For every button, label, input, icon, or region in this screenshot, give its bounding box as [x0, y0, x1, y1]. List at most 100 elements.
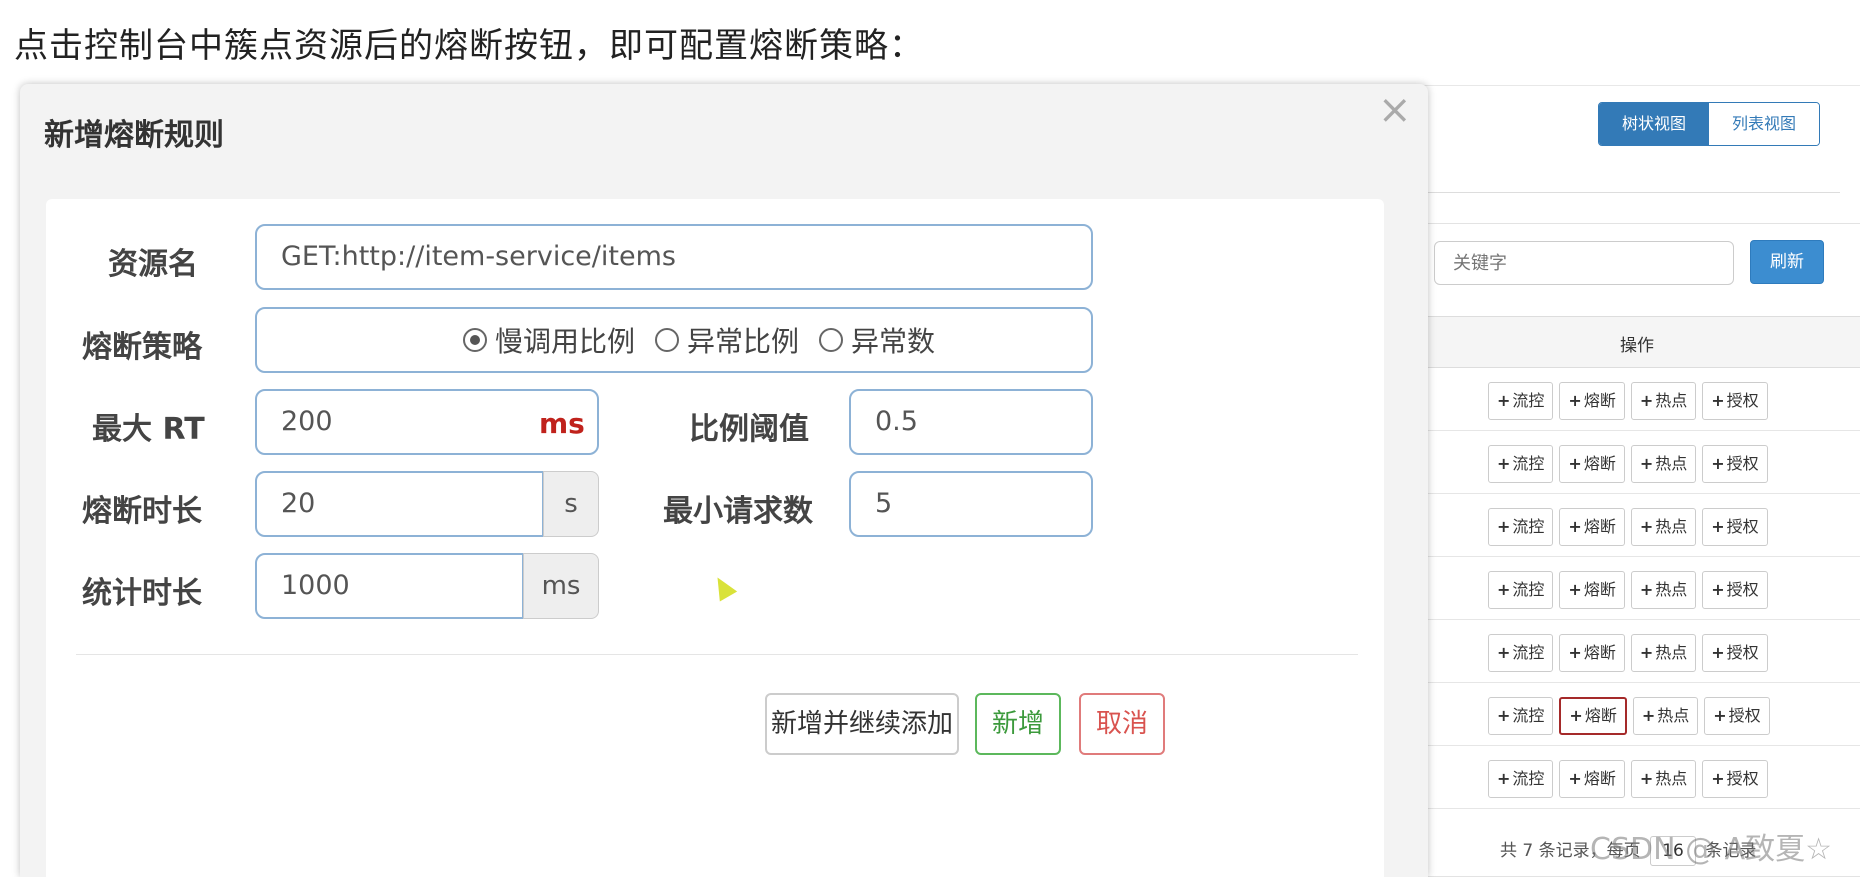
button-label: 热点	[1655, 769, 1688, 788]
button-label: 授权	[1726, 643, 1759, 662]
hot-param-button[interactable]: + 热点	[1630, 571, 1697, 609]
button-label: 熔断	[1583, 769, 1616, 788]
flow-rule-button[interactable]: + 流控	[1488, 508, 1554, 546]
button-label: 熔断	[1583, 454, 1616, 473]
button-label: 授权	[1726, 517, 1759, 536]
auth-rule-button[interactable]: + 授权	[1702, 760, 1768, 798]
tree-view-button[interactable]: 树状视图	[1599, 103, 1709, 145]
row-actions: + 流控 + 熔断 + 热点 + 授权	[1488, 445, 1768, 483]
button-label: 流控	[1512, 517, 1545, 536]
degrade-rule-button[interactable]: + 熔断	[1559, 760, 1625, 798]
plus-icon: +	[1711, 580, 1725, 599]
degrade-rule-button[interactable]: + 熔断	[1559, 571, 1625, 609]
auth-rule-button[interactable]: + 授权	[1702, 634, 1768, 672]
ratio-threshold-label: 比例阈值	[689, 412, 809, 447]
plus-icon: +	[1497, 580, 1511, 599]
min-request-input[interactable]: 5	[849, 471, 1093, 537]
view-toggle: 树状视图 列表视图	[1598, 102, 1820, 146]
radio-error-count[interactable]: 异常数	[819, 320, 935, 360]
flow-rule-button[interactable]: + 流控	[1488, 634, 1554, 672]
button-label: 热点	[1655, 454, 1688, 473]
plus-icon: +	[1639, 454, 1654, 473]
cancel-button[interactable]: 取消	[1079, 693, 1165, 755]
footer-divider	[76, 654, 1358, 655]
flow-rule-button[interactable]: + 流控	[1488, 445, 1554, 483]
hot-param-button[interactable]: + 热点	[1630, 508, 1697, 546]
plus-icon: +	[1711, 643, 1725, 662]
strategy-label: 熔断策略	[82, 330, 202, 365]
plus-icon: +	[1497, 454, 1511, 473]
button-label: 热点	[1655, 643, 1688, 662]
button-label: 授权	[1728, 706, 1761, 725]
auth-rule-button[interactable]: + 授权	[1702, 445, 1768, 483]
stat-time-input[interactable]: 1000	[255, 553, 524, 619]
radio-unchecked-icon	[655, 328, 680, 352]
plus-icon: +	[1568, 580, 1582, 599]
list-view-button[interactable]: 列表视图	[1709, 103, 1819, 145]
button-label: 热点	[1657, 706, 1690, 725]
dialog-title: 新增熔断规则	[44, 118, 224, 153]
radio-label: 异常数	[851, 325, 936, 358]
auth-rule-button[interactable]: + 授权	[1704, 697, 1770, 735]
auth-rule-button[interactable]: + 授权	[1702, 382, 1768, 420]
keyword-input[interactable]	[1434, 241, 1734, 285]
add-button[interactable]: 新增	[975, 693, 1061, 755]
stat-time-label: 统计时长	[82, 576, 202, 611]
break-time-input[interactable]: 20	[255, 471, 544, 537]
button-label: 熔断	[1583, 643, 1616, 662]
plus-icon: +	[1568, 391, 1582, 410]
hot-param-button[interactable]: + 热点	[1630, 760, 1697, 798]
plus-icon: +	[1639, 643, 1654, 662]
degrade-rule-button[interactable]: + 熔断	[1559, 697, 1627, 735]
auth-rule-button[interactable]: + 授权	[1702, 571, 1768, 609]
button-label: 流控	[1512, 580, 1545, 599]
plus-icon: +	[1568, 454, 1582, 473]
hot-param-button[interactable]: + 热点	[1630, 634, 1697, 672]
flow-rule-button[interactable]: + 流控	[1488, 382, 1554, 420]
hot-param-button[interactable]: + 热点	[1630, 382, 1697, 420]
auth-rule-button[interactable]: + 授权	[1702, 508, 1768, 546]
plus-icon: +	[1641, 706, 1656, 725]
plus-icon: +	[1639, 517, 1654, 536]
radio-unchecked-icon	[819, 328, 844, 352]
plus-icon: +	[1497, 391, 1511, 410]
op-column-header: 操作	[1620, 336, 1654, 356]
button-label: 热点	[1655, 517, 1688, 536]
hot-param-button[interactable]: + 热点	[1630, 445, 1697, 483]
degrade-rule-button[interactable]: + 熔断	[1559, 382, 1625, 420]
radio-label: 异常比例	[687, 325, 800, 358]
plus-icon: +	[1711, 517, 1725, 536]
add-and-continue-button[interactable]: 新增并继续添加	[765, 693, 959, 755]
button-label: 授权	[1726, 580, 1759, 599]
plus-icon: +	[1568, 769, 1582, 788]
max-rt-unit: ms	[539, 407, 585, 440]
button-label: 流控	[1512, 706, 1545, 725]
max-rt-label: 最大 RT	[92, 412, 205, 447]
add-degrade-rule-dialog: 新增熔断规则 × 资源名 GET:http://item-service/ite…	[20, 84, 1428, 877]
flow-rule-button[interactable]: + 流控	[1488, 760, 1554, 798]
min-request-label: 最小请求数	[663, 494, 813, 529]
plus-icon: +	[1568, 643, 1582, 662]
flow-rule-button[interactable]: + 流控	[1488, 697, 1554, 735]
degrade-rule-button[interactable]: + 熔断	[1559, 445, 1625, 483]
break-time-unit: s	[543, 471, 599, 537]
radio-error-ratio[interactable]: 异常比例	[655, 320, 799, 360]
plus-icon: +	[1639, 769, 1654, 788]
plus-icon: +	[1639, 580, 1654, 599]
degrade-rule-button[interactable]: + 熔断	[1559, 634, 1625, 672]
refresh-button[interactable]: 刷新	[1750, 240, 1824, 284]
plus-icon: +	[1497, 517, 1511, 536]
resource-label: 资源名	[108, 247, 198, 282]
resource-name-input[interactable]: GET:http://item-service/items	[255, 224, 1093, 290]
flow-rule-button[interactable]: + 流控	[1488, 571, 1554, 609]
ratio-threshold-input[interactable]: 0.5	[849, 389, 1093, 455]
degrade-rule-button[interactable]: + 熔断	[1559, 508, 1625, 546]
radio-checked-icon	[463, 328, 487, 352]
button-label: 熔断	[1583, 580, 1616, 599]
watermark: CSDN @ A致夏☆	[1590, 832, 1833, 867]
close-icon[interactable]: ×	[1378, 90, 1412, 130]
page-caption: 点击控制台中簇点资源后的熔断按钮，即可配置熔断策略：	[14, 26, 924, 66]
hot-param-button[interactable]: + 热点	[1632, 697, 1699, 735]
plus-icon: +	[1569, 706, 1583, 725]
radio-slow-ratio[interactable]: 慢调用比例	[463, 320, 635, 360]
